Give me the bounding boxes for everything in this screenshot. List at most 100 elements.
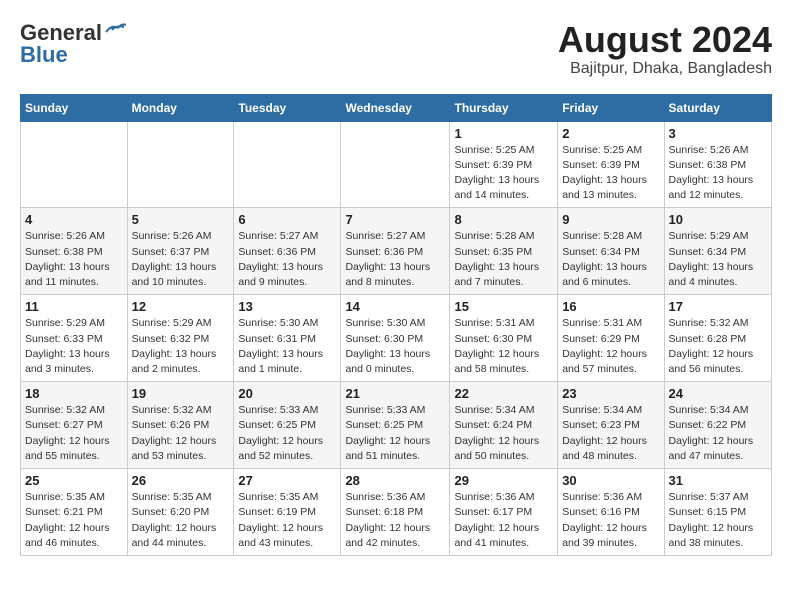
day-number: 20 — [238, 386, 336, 401]
day-info: Sunrise: 5:26 AM Sunset: 6:37 PM Dayligh… — [132, 229, 230, 290]
calendar-cell: 16 Sunrise: 5:31 AM Sunset: 6:29 PM Dayli… — [558, 295, 664, 382]
calendar-cell: 26 Sunrise: 5:35 AM Sunset: 6:20 PM Dayli… — [127, 469, 234, 556]
calendar-cell — [234, 121, 341, 208]
calendar-cell: 23Sunrise: 5:34 AM Sunset: 6:23 PM Dayli… — [558, 382, 664, 469]
day-number: 28 — [345, 473, 445, 488]
week-row-5: 25 Sunrise: 5:35 AM Sunset: 6:21 PM Dayli… — [21, 469, 772, 556]
day-info: Sunrise: 5:27 AM Sunset: 6:36 PM Dayligh… — [238, 229, 336, 290]
day-info: Sunrise: 5:35 AM Sunset: 6:21 PM Dayligh… — [25, 490, 123, 551]
day-number: 15 — [454, 299, 553, 314]
day-info: Sunrise: 5:33 AM Sunset: 6:25 PM Dayligh… — [238, 403, 336, 464]
day-info: Sunrise: 5:32 AM Sunset: 6:28 PM Dayligh… — [669, 316, 767, 377]
day-number: 2 — [562, 126, 659, 141]
col-header-wednesday: Wednesday — [341, 94, 450, 121]
col-header-sunday: Sunday — [21, 94, 128, 121]
header-row: SundayMondayTuesdayWednesdayThursdayFrid… — [21, 94, 772, 121]
day-number: 10 — [669, 212, 767, 227]
col-header-friday: Friday — [558, 94, 664, 121]
calendar-cell: 14Sunrise: 5:30 AM Sunset: 6:30 PM Dayli… — [341, 295, 450, 382]
calendar-cell: 3 Sunrise: 5:26 AM Sunset: 6:38 PM Daylig… — [664, 121, 771, 208]
day-number: 14 — [345, 299, 445, 314]
calendar-cell: 25 Sunrise: 5:35 AM Sunset: 6:21 PM Dayli… — [21, 469, 128, 556]
day-number: 6 — [238, 212, 336, 227]
day-info: Sunrise: 5:36 AM Sunset: 6:18 PM Dayligh… — [345, 490, 445, 551]
calendar-cell: 29Sunrise: 5:36 AM Sunset: 6:17 PM Dayli… — [450, 469, 558, 556]
day-number: 9 — [562, 212, 659, 227]
col-header-thursday: Thursday — [450, 94, 558, 121]
day-number: 25 — [25, 473, 123, 488]
title-section: August 2024 Bajitpur, Dhaka, Bangladesh — [558, 20, 772, 78]
day-info: Sunrise: 5:35 AM Sunset: 6:19 PM Dayligh… — [238, 490, 336, 551]
day-info: Sunrise: 5:36 AM Sunset: 6:16 PM Dayligh… — [562, 490, 659, 551]
day-number: 24 — [669, 386, 767, 401]
day-info: Sunrise: 5:37 AM Sunset: 6:15 PM Dayligh… — [669, 490, 767, 551]
day-number: 21 — [345, 386, 445, 401]
day-number: 18 — [25, 386, 123, 401]
day-info: Sunrise: 5:26 AM Sunset: 6:38 PM Dayligh… — [669, 143, 767, 204]
day-info: Sunrise: 5:25 AM Sunset: 6:39 PM Dayligh… — [454, 143, 553, 204]
day-info: Sunrise: 5:29 AM Sunset: 6:32 PM Dayligh… — [132, 316, 230, 377]
day-info: Sunrise: 5:34 AM Sunset: 6:22 PM Dayligh… — [669, 403, 767, 464]
day-number: 12 — [132, 299, 230, 314]
calendar-cell: 4Sunrise: 5:26 AM Sunset: 6:38 PM Daylig… — [21, 208, 128, 295]
day-info: Sunrise: 5:25 AM Sunset: 6:39 PM Dayligh… — [562, 143, 659, 204]
day-info: Sunrise: 5:36 AM Sunset: 6:17 PM Dayligh… — [454, 490, 553, 551]
calendar-cell: 8Sunrise: 5:28 AM Sunset: 6:35 PM Daylig… — [450, 208, 558, 295]
calendar-cell: 10 Sunrise: 5:29 AM Sunset: 6:34 PM Dayli… — [664, 208, 771, 295]
day-number: 16 — [562, 299, 659, 314]
day-info: Sunrise: 5:29 AM Sunset: 6:34 PM Dayligh… — [669, 229, 767, 290]
calendar-cell: 5 Sunrise: 5:26 AM Sunset: 6:37 PM Daylig… — [127, 208, 234, 295]
page-header: General Blue August 2024 Bajitpur, Dhaka… — [20, 20, 772, 78]
calendar-cell: 28 Sunrise: 5:36 AM Sunset: 6:18 PM Dayli… — [341, 469, 450, 556]
day-number: 5 — [132, 212, 230, 227]
day-info: Sunrise: 5:28 AM Sunset: 6:34 PM Dayligh… — [562, 229, 659, 290]
day-number: 27 — [238, 473, 336, 488]
day-info: Sunrise: 5:31 AM Sunset: 6:29 PM Dayligh… — [562, 316, 659, 377]
day-number: 23 — [562, 386, 659, 401]
calendar-cell: 11 Sunrise: 5:29 AM Sunset: 6:33 PM Dayli… — [21, 295, 128, 382]
day-number: 7 — [345, 212, 445, 227]
day-number: 13 — [238, 299, 336, 314]
day-number: 17 — [669, 299, 767, 314]
calendar-cell: 22 Sunrise: 5:34 AM Sunset: 6:24 PM Dayli… — [450, 382, 558, 469]
week-row-4: 18 Sunrise: 5:32 AM Sunset: 6:27 PM Dayli… — [21, 382, 772, 469]
calendar-cell — [341, 121, 450, 208]
calendar-cell: 7 Sunrise: 5:27 AM Sunset: 6:36 PM Daylig… — [341, 208, 450, 295]
calendar-cell: 30 Sunrise: 5:36 AM Sunset: 6:16 PM Dayli… — [558, 469, 664, 556]
calendar-cell: 15Sunrise: 5:31 AM Sunset: 6:30 PM Dayli… — [450, 295, 558, 382]
day-number: 1 — [454, 126, 553, 141]
logo-bird-icon — [104, 22, 126, 40]
day-number: 22 — [454, 386, 553, 401]
calendar-cell: 31 Sunrise: 5:37 AM Sunset: 6:15 PM Dayli… — [664, 469, 771, 556]
calendar-cell: 9 Sunrise: 5:28 AM Sunset: 6:34 PM Daylig… — [558, 208, 664, 295]
location-subtitle: Bajitpur, Dhaka, Bangladesh — [558, 60, 772, 78]
week-row-2: 4Sunrise: 5:26 AM Sunset: 6:38 PM Daylig… — [21, 208, 772, 295]
col-header-tuesday: Tuesday — [234, 94, 341, 121]
day-info: Sunrise: 5:32 AM Sunset: 6:26 PM Dayligh… — [132, 403, 230, 464]
day-info: Sunrise: 5:34 AM Sunset: 6:24 PM Dayligh… — [454, 403, 553, 464]
calendar-cell: 20 Sunrise: 5:33 AM Sunset: 6:25 PM Dayli… — [234, 382, 341, 469]
calendar-cell: 17 Sunrise: 5:32 AM Sunset: 6:28 PM Dayli… — [664, 295, 771, 382]
day-number: 3 — [669, 126, 767, 141]
calendar-table: SundayMondayTuesdayWednesdayThursdayFrid… — [20, 94, 772, 556]
day-number: 26 — [132, 473, 230, 488]
day-info: Sunrise: 5:35 AM Sunset: 6:20 PM Dayligh… — [132, 490, 230, 551]
day-number: 30 — [562, 473, 659, 488]
calendar-cell: 1 Sunrise: 5:25 AM Sunset: 6:39 PM Daylig… — [450, 121, 558, 208]
calendar-cell — [21, 121, 128, 208]
day-info: Sunrise: 5:29 AM Sunset: 6:33 PM Dayligh… — [25, 316, 123, 377]
day-number: 19 — [132, 386, 230, 401]
day-info: Sunrise: 5:27 AM Sunset: 6:36 PM Dayligh… — [345, 229, 445, 290]
day-number: 31 — [669, 473, 767, 488]
calendar-cell: 21Sunrise: 5:33 AM Sunset: 6:25 PM Dayli… — [341, 382, 450, 469]
day-info: Sunrise: 5:32 AM Sunset: 6:27 PM Dayligh… — [25, 403, 123, 464]
calendar-cell: 12 Sunrise: 5:29 AM Sunset: 6:32 PM Dayli… — [127, 295, 234, 382]
day-number: 4 — [25, 212, 123, 227]
calendar-cell: 24 Sunrise: 5:34 AM Sunset: 6:22 PM Dayli… — [664, 382, 771, 469]
day-number: 8 — [454, 212, 553, 227]
logo: General Blue — [20, 20, 126, 68]
logo-blue: Blue — [20, 42, 68, 68]
calendar-cell: 19 Sunrise: 5:32 AM Sunset: 6:26 PM Dayli… — [127, 382, 234, 469]
week-row-1: 1 Sunrise: 5:25 AM Sunset: 6:39 PM Daylig… — [21, 121, 772, 208]
day-number: 11 — [25, 299, 123, 314]
